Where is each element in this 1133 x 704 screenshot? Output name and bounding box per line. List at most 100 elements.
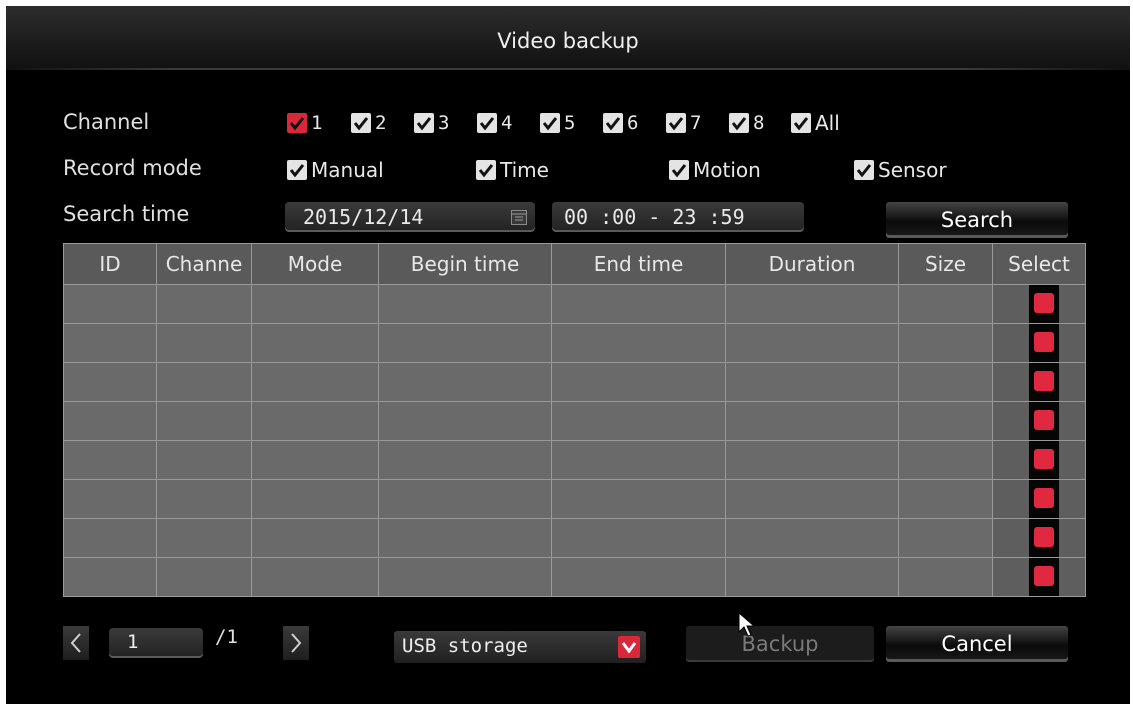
table-cell: [251, 362, 379, 402]
checkbox-check-icon: [287, 160, 307, 180]
calendar-icon[interactable]: [511, 210, 527, 225]
page-number-field[interactable]: 1: [109, 628, 203, 658]
record-mode-checkbox-sensor[interactable]: Sensor: [854, 158, 947, 182]
channel-checkbox-label: 7: [690, 112, 702, 134]
table-cell: [156, 323, 252, 363]
table-cell: [156, 440, 252, 480]
table-cell: [551, 479, 726, 519]
chevron-left-icon: [70, 633, 81, 653]
table-row[interactable]: [63, 362, 1086, 402]
table-cell: [725, 518, 899, 558]
channel-checkbox-6[interactable]: 6: [603, 111, 638, 135]
table-cell: [156, 479, 252, 519]
column-header: End time: [551, 243, 726, 285]
table-cell: [63, 479, 157, 519]
checkbox-check-icon: [666, 113, 686, 133]
table-cell: [551, 284, 726, 324]
table-cell: [898, 401, 993, 441]
time-range-field[interactable]: 00 :00 - 23 :59: [552, 202, 804, 232]
table-cell: [63, 557, 157, 597]
date-field[interactable]: 2015/12/14: [285, 202, 535, 232]
channel-checkbox-1[interactable]: 1: [287, 111, 322, 135]
chevron-right-icon: [291, 633, 302, 653]
channel-checkbox-5[interactable]: 5: [540, 111, 575, 135]
record-mode-checkbox-motion[interactable]: Motion: [669, 158, 761, 182]
table-cell: [551, 518, 726, 558]
search-time-label: Search time: [63, 202, 190, 226]
row-select-checkbox[interactable]: [1034, 371, 1054, 391]
table-cell: [63, 440, 157, 480]
channel-label: Channel: [63, 110, 150, 134]
table-cell: [156, 284, 252, 324]
channel-checkbox-label: 1: [311, 112, 323, 134]
table-row[interactable]: [63, 284, 1086, 324]
storage-select-value: USB storage: [402, 635, 528, 657]
table-cell: [725, 323, 899, 363]
table-cell: [551, 557, 726, 597]
backup-button[interactable]: Backup: [686, 626, 874, 662]
cancel-button[interactable]: Cancel: [886, 626, 1068, 662]
mouse-cursor-icon: [738, 612, 756, 637]
table-cell: [725, 557, 899, 597]
table-row[interactable]: [63, 557, 1086, 597]
checkbox-check-icon: [854, 160, 874, 180]
row-select-checkbox[interactable]: [1034, 566, 1054, 586]
table-cell: [63, 518, 157, 558]
record-mode-checkbox-label: Time: [500, 158, 549, 182]
channel-checkbox-8[interactable]: 8: [729, 111, 764, 135]
video-backup-window: Video backup Channel 1 2 3 4 5 6 7 8 All Record …: [6, 6, 1130, 704]
table-cell: [992, 479, 1086, 519]
table-cell: [725, 401, 899, 441]
table-cell: [992, 284, 1086, 324]
row-select-checkbox[interactable]: [1034, 488, 1054, 508]
record-mode-label: Record mode: [63, 156, 202, 180]
row-select-checkbox[interactable]: [1034, 527, 1054, 547]
storage-select[interactable]: USB storage: [394, 631, 646, 663]
table-cell: [378, 518, 552, 558]
channel-checkbox-3[interactable]: 3: [414, 111, 449, 135]
chevron-down-icon[interactable]: [618, 636, 640, 658]
table-row[interactable]: [63, 440, 1086, 480]
column-header: Channe: [156, 243, 252, 285]
search-button[interactable]: Search: [886, 202, 1068, 238]
row-select-checkbox[interactable]: [1034, 293, 1054, 313]
table-cell: [251, 440, 379, 480]
table-cell: [251, 518, 379, 558]
checkbox-check-icon: [414, 113, 434, 133]
record-mode-checkbox-label: Manual: [311, 158, 384, 182]
table-cell: [63, 401, 157, 441]
table-cell: [251, 401, 379, 441]
channel-checkbox-all[interactable]: All: [791, 111, 840, 135]
next-page-button[interactable]: [283, 626, 309, 660]
table-row[interactable]: [63, 518, 1086, 558]
record-mode-checkbox-manual[interactable]: Manual: [287, 158, 384, 182]
checkbox-check-icon: [351, 113, 371, 133]
table-cell: [551, 323, 726, 363]
table-cell: [992, 323, 1086, 363]
page-number-value: 1: [127, 631, 139, 653]
channel-checkbox-7[interactable]: 7: [666, 111, 701, 135]
prev-page-button[interactable]: [63, 626, 89, 660]
date-value: 2015/12/14: [303, 205, 424, 229]
table-cell: [725, 284, 899, 324]
table-cell: [378, 557, 552, 597]
channel-checkbox-label: All: [815, 111, 840, 135]
table-row[interactable]: [63, 323, 1086, 363]
row-select-checkbox[interactable]: [1034, 332, 1054, 352]
results-table: ID Channe Mode Begin time End time Duration Si…: [63, 243, 1086, 597]
record-mode-checkbox-time[interactable]: Time: [476, 158, 549, 182]
column-header: Mode: [251, 243, 379, 285]
row-select-checkbox[interactable]: [1034, 410, 1054, 430]
table-cell: [992, 557, 1086, 597]
checkbox-check-icon: [729, 113, 749, 133]
channel-checkbox-label: 3: [438, 112, 450, 134]
table-row[interactable]: [63, 401, 1086, 441]
channel-checkbox-2[interactable]: 2: [351, 111, 386, 135]
column-header: Size: [898, 243, 993, 285]
table-cell: [551, 440, 726, 480]
table-row[interactable]: [63, 479, 1086, 519]
table-cell: [992, 362, 1086, 402]
row-select-checkbox[interactable]: [1034, 449, 1054, 469]
table-cell: [992, 518, 1086, 558]
channel-checkbox-4[interactable]: 4: [477, 111, 512, 135]
